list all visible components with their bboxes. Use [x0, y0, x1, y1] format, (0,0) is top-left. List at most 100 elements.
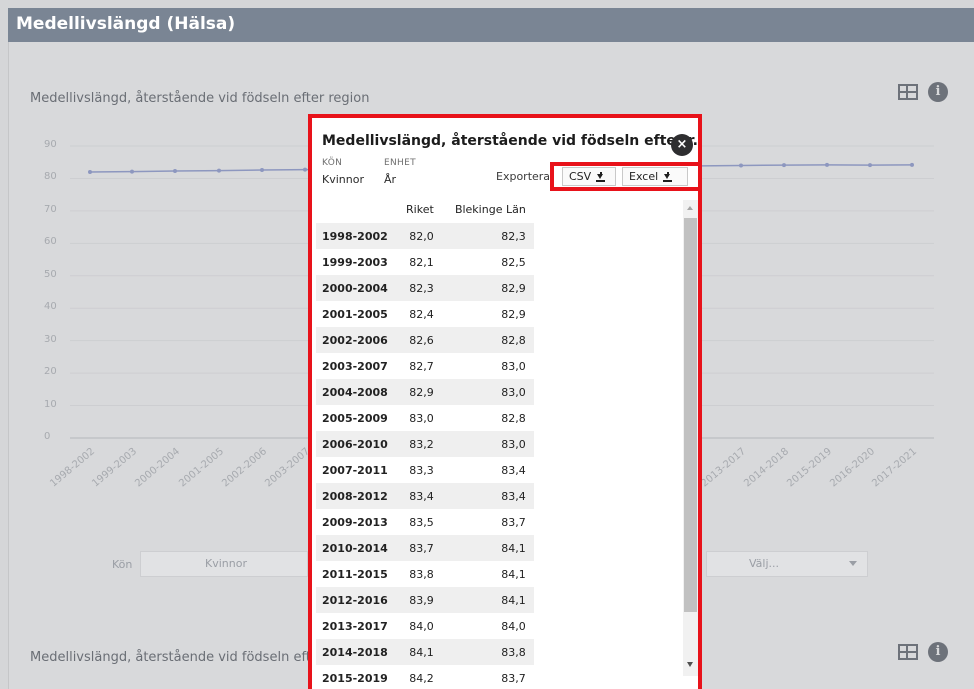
y-tick-label: 20 — [44, 366, 57, 378]
row-blekinge-cell: 84,1 — [441, 587, 534, 613]
row-riket-cell: 83,3 — [409, 463, 434, 477]
row-period-cell: 2012-2016 — [316, 587, 396, 613]
row-blekinge-cell: 82,8 — [501, 411, 526, 425]
row-riket-cell: 83,9 — [395, 587, 442, 613]
gender-filter-label: Kön — [112, 558, 133, 571]
table-view-icon[interactable] — [898, 644, 918, 660]
row-riket-cell: 84,1 — [395, 639, 442, 665]
excel-export-button[interactable]: Excel — [622, 167, 688, 186]
info-icon[interactable]: i — [928, 642, 948, 662]
row-period-cell: 2009-2013 — [322, 515, 388, 529]
table-row: 2004-2008 82,9 83,0 — [316, 379, 534, 405]
row-blekinge-cell: 84,0 — [501, 619, 526, 633]
data-point[interactable] — [260, 168, 264, 173]
row-period-cell: 1998-2002 — [316, 223, 396, 249]
row-period-cell: 2001-2005 — [322, 307, 388, 321]
row-blekinge-cell: 83,4 — [441, 483, 534, 509]
export-buttons-highlight: CSV Excel — [550, 162, 698, 191]
data-table-scroll-area[interactable]: Riket Blekinge Län 1998-2002 82,0 82,3 1999… — [316, 196, 686, 689]
row-riket-cell: 82,1 — [409, 255, 434, 269]
csv-button-label: CSV — [569, 170, 592, 183]
row-blekinge-cell: 83,0 — [441, 431, 534, 457]
row-blekinge-cell: 82,9 — [501, 307, 526, 321]
unit-meta-value: År — [384, 173, 397, 186]
close-icon[interactable]: × — [671, 134, 693, 156]
row-riket-cell: 82,6 — [395, 327, 442, 353]
table-row: 2011-2015 83,8 84,1 — [316, 561, 534, 587]
row-blekinge-cell: 84,1 — [441, 535, 534, 561]
table-row: 2002-2006 82,6 82,8 — [316, 327, 534, 353]
y-tick-label: 30 — [44, 333, 57, 345]
data-point[interactable] — [303, 167, 307, 172]
data-point[interactable] — [173, 168, 177, 173]
gender-meta-value: Kvinnor — [322, 173, 364, 186]
row-period-cell: 2013-2017 — [322, 619, 388, 633]
row-period-cell: 2005-2009 — [322, 411, 388, 425]
download-icon — [663, 171, 673, 182]
data-point[interactable] — [739, 163, 743, 168]
table-row: 2015-2019 84,2 83,7 — [316, 665, 534, 689]
row-riket-cell: 83,7 — [395, 535, 442, 561]
column-header-blekinge: Blekinge Län — [454, 203, 526, 216]
row-period-cell: 2003-2007 — [322, 359, 388, 373]
y-tick-label: 50 — [44, 268, 57, 280]
row-blekinge-cell: 83,0 — [501, 359, 526, 373]
data-point[interactable] — [217, 168, 221, 173]
y-tick-label: 0 — [44, 431, 51, 442]
csv-export-button[interactable]: CSV — [562, 167, 616, 186]
scroll-down-arrow-icon[interactable] — [687, 662, 693, 667]
gender-filter-select[interactable]: Kvinnor — [140, 551, 308, 577]
y-tick-label: 10 — [44, 398, 57, 410]
export-label: Exportera: — [496, 170, 554, 183]
gender-meta-label: KÖN — [322, 158, 343, 168]
row-period-cell: 2002-2006 — [316, 327, 396, 353]
row-blekinge-cell: 83,7 — [501, 515, 526, 529]
data-point[interactable] — [910, 162, 914, 167]
row-period-cell: 2010-2014 — [316, 535, 396, 561]
row-riket-cell: 84,0 — [409, 619, 434, 633]
row-riket-cell: 83,2 — [395, 431, 442, 457]
second-card-actions: i — [898, 642, 948, 662]
table-row: 2010-2014 83,7 84,1 — [316, 535, 534, 561]
row-blekinge-cell: 83,8 — [441, 639, 534, 665]
table-row: 1998-2002 82,0 82,3 — [316, 223, 534, 249]
row-riket-cell: 83,8 — [409, 567, 434, 581]
row-period-cell: 2000-2004 — [316, 275, 396, 301]
row-period-cell: 2011-2015 — [322, 567, 388, 581]
data-point[interactable] — [130, 169, 134, 174]
row-riket-cell: 83,4 — [395, 483, 442, 509]
scroll-up-arrow-icon[interactable] — [687, 206, 693, 210]
row-period-cell: 2015-2019 — [322, 671, 388, 685]
data-point[interactable] — [88, 169, 92, 174]
table-row: 2013-2017 84,0 84,0 — [316, 613, 534, 639]
unit-meta-label: ENHET — [384, 158, 416, 168]
row-riket-cell: 82,4 — [409, 307, 434, 321]
row-blekinge-cell: 83,0 — [441, 379, 534, 405]
y-tick-label: 80 — [44, 171, 57, 183]
y-tick-label: 90 — [44, 139, 57, 150]
scrollbar-thumb[interactable] — [684, 218, 697, 612]
data-point[interactable] — [825, 162, 829, 167]
column-header-riket: Riket — [406, 203, 434, 216]
y-tick-label: 70 — [44, 203, 57, 215]
table-row: 2012-2016 83,9 84,1 — [316, 587, 534, 613]
data-point[interactable] — [782, 163, 786, 168]
table-row: 2009-2013 83,5 83,7 — [316, 509, 534, 535]
row-blekinge-cell: 83,4 — [501, 463, 526, 477]
row-riket-cell: 83,5 — [409, 515, 434, 529]
row-blekinge-cell: 82,9 — [441, 275, 534, 301]
region-select-placeholder: Välj... — [749, 557, 780, 570]
y-tick-label: 40 — [44, 301, 57, 313]
download-icon — [596, 171, 606, 182]
vertical-scrollbar[interactable] — [683, 200, 698, 676]
row-period-cell: 2006-2010 — [316, 431, 396, 457]
row-period-cell: 2014-2018 — [316, 639, 396, 665]
table-row: 2014-2018 84,1 83,8 — [316, 639, 534, 665]
table-body: 1998-2002 82,0 82,3 1999-2003 82,1 82,5 2000-2… — [316, 223, 534, 689]
region-select[interactable]: Välj... — [706, 551, 868, 577]
table-row: 1999-2003 82,1 82,5 — [316, 249, 534, 275]
modal-title: Medellivslängd, återstående vid födseln … — [322, 133, 702, 149]
row-period-cell: 2008-2012 — [316, 483, 396, 509]
table-row: 2001-2005 82,4 82,9 — [316, 301, 534, 327]
data-point[interactable] — [868, 163, 872, 168]
